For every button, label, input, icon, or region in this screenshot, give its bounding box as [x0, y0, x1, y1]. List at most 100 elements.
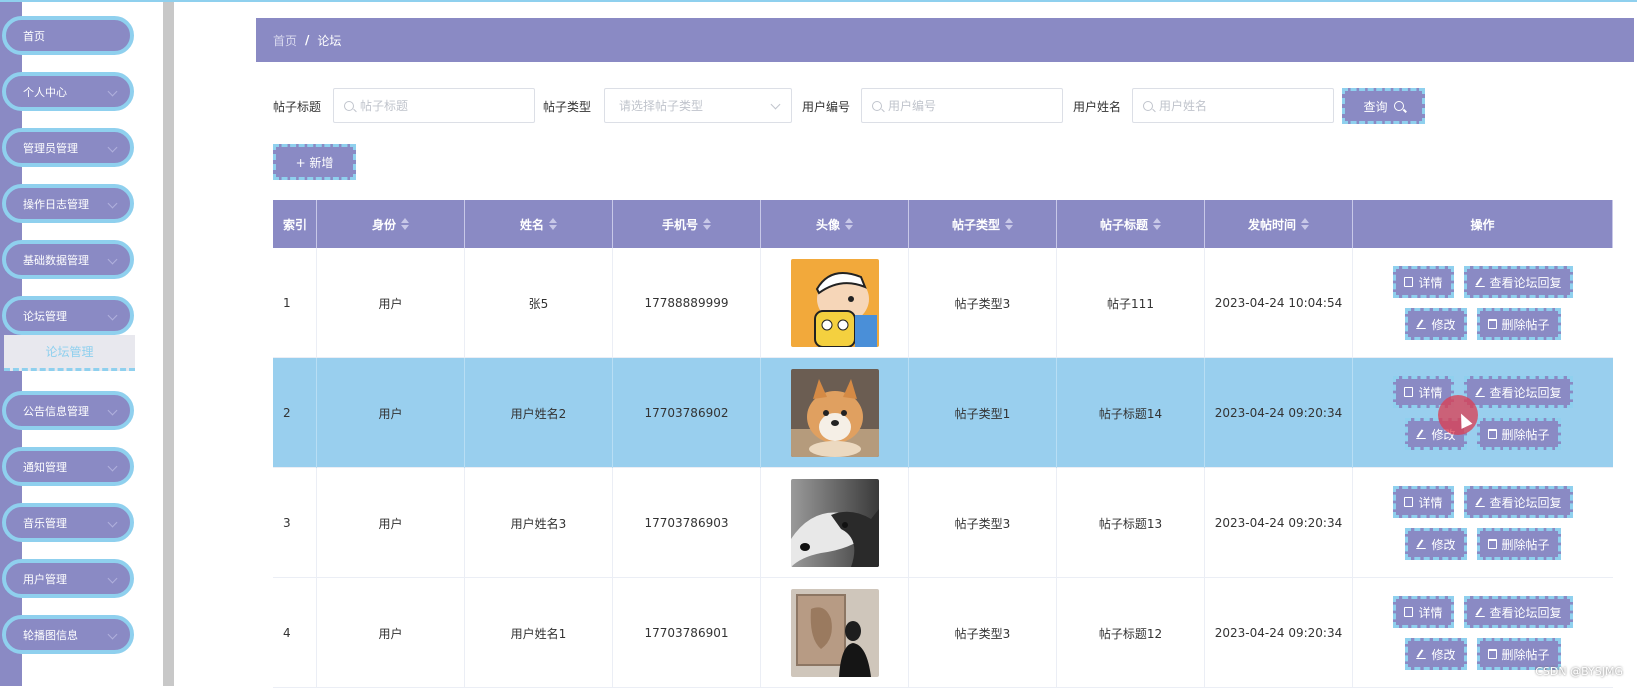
column-header-4[interactable]: 头像	[761, 200, 909, 248]
table-row[interactable]: 2用户用户姓名217703786902帖子类型1帖子标题142023-04-24…	[273, 358, 1613, 468]
avatar-cell	[761, 358, 909, 468]
edit-icon	[1416, 539, 1426, 549]
column-header-7[interactable]: 发帖时间	[1205, 200, 1353, 248]
sidebar-item-3[interactable]: 操作日志管理	[2, 184, 134, 223]
edit-icon	[1416, 319, 1426, 329]
edit-button[interactable]: 修改	[1405, 638, 1466, 670]
title-search-input[interactable]: 帖子标题	[333, 88, 535, 123]
delete-post-button[interactable]: 删除帖子	[1477, 418, 1561, 450]
avatar[interactable]	[791, 369, 879, 457]
title-placeholder: 帖子标题	[360, 97, 408, 114]
detail-button[interactable]: 详情	[1393, 596, 1453, 628]
column-header-1[interactable]: 身份	[317, 200, 465, 248]
cell-text: 17703786901	[645, 626, 729, 640]
cell-text: 帖子标题14	[1099, 405, 1162, 422]
add-button-label: + 新增	[296, 154, 334, 171]
sort-icon[interactable]	[703, 218, 711, 230]
view-replies-button[interactable]: 查看论坛回复	[1464, 596, 1573, 628]
sidebar-item-2[interactable]: 管理员管理	[2, 128, 134, 167]
view-replies-button[interactable]: 查看论坛回复	[1464, 266, 1573, 298]
sort-icon[interactable]	[1301, 218, 1309, 230]
column-header-label: 头像	[816, 216, 840, 233]
sidebar-item-label: 管理员管理	[23, 140, 78, 156]
type-select[interactable]: 请选择帖子类型	[604, 88, 792, 123]
sort-icon[interactable]	[845, 218, 853, 230]
breadcrumb-home[interactable]: 首页	[273, 32, 297, 49]
cell-text: 用户姓名1	[511, 625, 567, 642]
submenu-item-forum-manage[interactable]: 论坛管理	[4, 335, 135, 371]
sidebar-item-label: 公告信息管理	[23, 403, 89, 419]
sort-icon[interactable]	[401, 218, 409, 230]
user-name-search-input[interactable]: 用户姓名	[1132, 88, 1334, 123]
search-icon	[344, 101, 354, 111]
button-label: 详情	[1418, 274, 1442, 291]
sort-icon[interactable]	[1153, 218, 1161, 230]
column-header-label: 帖子标题	[1100, 216, 1148, 233]
cell-text: 帖子111	[1107, 295, 1154, 312]
edit-button[interactable]: 修改	[1405, 528, 1466, 560]
breadcrumb-separator: /	[305, 33, 309, 47]
sidebar-item-0[interactable]: 首页	[2, 16, 134, 55]
sidebar-item-7[interactable]: 通知管理	[2, 447, 134, 486]
detail-button[interactable]: 详情	[1393, 266, 1453, 298]
breadcrumb-current: 论坛	[317, 32, 341, 49]
sort-icon[interactable]	[549, 218, 557, 230]
cell-title: 帖子标题12	[1057, 578, 1205, 688]
cell-text: 用户姓名2	[511, 405, 567, 422]
view-replies-button[interactable]: 查看论坛回复	[1464, 486, 1573, 518]
table-row[interactable]: 1用户张517788889999帖子类型3帖子1112023-04-24 10:…	[273, 248, 1613, 358]
trash-icon	[1488, 319, 1497, 329]
cell-index: 4	[273, 578, 317, 688]
cell-title: 帖子111	[1057, 248, 1205, 358]
column-header-5[interactable]: 帖子类型	[909, 200, 1057, 248]
button-label: 查看论坛回复	[1490, 494, 1562, 511]
sidebar-scrollbar[interactable]	[163, 2, 174, 686]
cell-title: 帖子标题14	[1057, 358, 1205, 468]
chevron-down-icon	[771, 100, 781, 110]
sidebar-item-1[interactable]: 个人中心	[2, 72, 134, 111]
sort-icon[interactable]	[1005, 218, 1013, 230]
sidebar-item-8[interactable]: 音乐管理	[2, 503, 134, 542]
sidebar-item-4[interactable]: 基础数据管理	[2, 240, 134, 279]
trash-icon	[1488, 429, 1497, 439]
detail-button[interactable]: 详情	[1393, 486, 1453, 518]
table-row[interactable]: 4用户用户姓名117703786901帖子类型3帖子标题122023-04-24…	[273, 578, 1613, 688]
button-label: 删除帖子	[1502, 536, 1550, 553]
trash-icon	[1488, 649, 1497, 659]
chevron-down-icon	[108, 518, 118, 528]
edit-button[interactable]: 修改	[1405, 308, 1466, 340]
operations-cell: 详情 查看论坛回复修改 删除帖子	[1353, 468, 1613, 578]
edit-icon	[1416, 429, 1426, 439]
column-header-2[interactable]: 姓名	[465, 200, 613, 248]
user-no-label: 用户编号	[802, 98, 850, 115]
cell-name: 用户姓名2	[465, 358, 613, 468]
chevron-down-icon	[108, 87, 118, 97]
sidebar-item-9[interactable]: 用户管理	[2, 559, 134, 598]
top-border	[0, 0, 1637, 2]
sidebar-item-6[interactable]: 公告信息管理	[2, 391, 134, 430]
column-header-3[interactable]: 手机号	[613, 200, 761, 248]
cell-time: 2023-04-24 10:04:54	[1205, 248, 1353, 358]
button-label: 详情	[1418, 384, 1442, 401]
avatar-cell	[761, 468, 909, 578]
column-header-6[interactable]: 帖子标题	[1057, 200, 1205, 248]
delete-post-button[interactable]: 删除帖子	[1477, 528, 1561, 560]
table-row[interactable]: 3用户用户姓名317703786903帖子类型3帖子标题132023-04-24…	[273, 468, 1613, 578]
add-button[interactable]: + 新增	[273, 144, 356, 180]
column-header-label: 手机号	[662, 216, 698, 233]
avatar[interactable]	[791, 259, 879, 347]
sidebar-item-5[interactable]: 论坛管理	[2, 296, 134, 335]
search-icon	[1394, 101, 1404, 111]
cell-text: 用户	[378, 405, 402, 422]
sidebar-item-10[interactable]: 轮播图信息	[2, 615, 134, 654]
avatar[interactable]	[791, 479, 879, 567]
query-button[interactable]: 查询	[1342, 88, 1425, 124]
cell-phone: 17703786901	[613, 578, 761, 688]
button-label: 查看论坛回复	[1490, 384, 1562, 401]
avatar[interactable]	[791, 589, 879, 677]
delete-post-button[interactable]: 删除帖子	[1477, 308, 1561, 340]
user-no-search-input[interactable]: 用户编号	[861, 88, 1063, 123]
ops-row: 详情 查看论坛回复	[1393, 486, 1572, 518]
view-replies-button[interactable]: 查看论坛回复	[1464, 376, 1573, 408]
cell-text: 帖子类型3	[955, 515, 1011, 532]
